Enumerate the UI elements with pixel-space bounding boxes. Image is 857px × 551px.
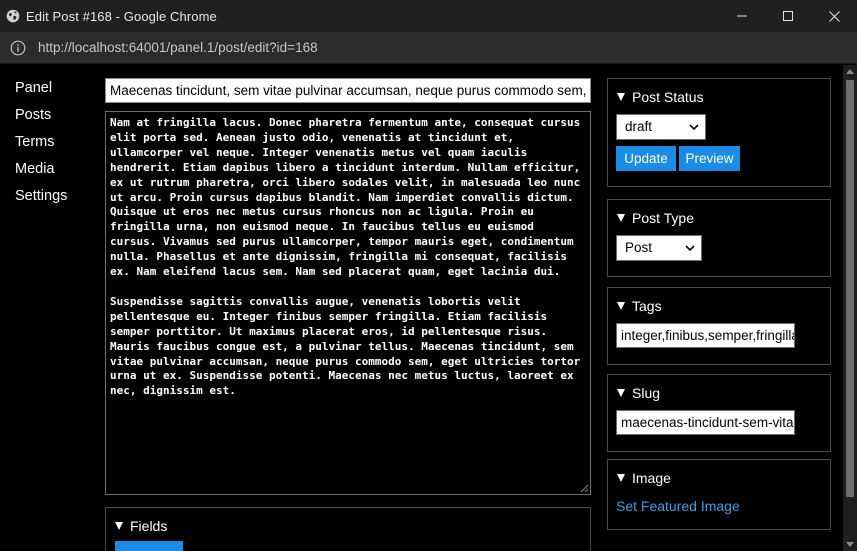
chevron-down-icon (685, 245, 695, 252)
tags-header[interactable]: Tags (617, 298, 830, 314)
tags-input[interactable]: integer,finibus,semper,fringilla (616, 323, 795, 348)
sidebar-item-media[interactable]: Media (15, 158, 67, 185)
fields-panel-header[interactable]: Fields (115, 518, 590, 534)
triangle-down-icon (617, 93, 625, 101)
url-text[interactable]: http://localhost:64001/panel.1/post/edit… (38, 40, 318, 55)
image-panel: Image Set Featured Image (607, 459, 831, 530)
sidebar-item-settings[interactable]: Settings (15, 185, 67, 212)
maximize-button[interactable] (765, 0, 811, 32)
tags-panel: Tags integer,finibus,semper,fringilla (607, 287, 831, 365)
address-bar[interactable]: http://localhost:64001/panel.1/post/edit… (0, 32, 857, 64)
resize-grip-icon[interactable] (580, 484, 589, 493)
info-icon[interactable] (10, 40, 26, 56)
preview-button[interactable]: Preview (679, 146, 740, 171)
slug-title: Slug (632, 385, 661, 401)
slug-panel: Slug maecenas-tincidunt-sem-vitae (607, 374, 831, 452)
scroll-up-arrow-icon[interactable] (846, 69, 854, 74)
window-title: Edit Post #168 - Google Chrome (26, 8, 217, 24)
post-type-header[interactable]: Post Type (617, 210, 830, 226)
set-featured-image-link[interactable]: Set Featured Image (616, 498, 740, 514)
globe-icon (6, 9, 20, 23)
post-title-input[interactable]: Maecenas tincidunt, sem vitae pulvinar a… (105, 78, 591, 103)
page-content: Panel Posts Terms Media Settings Maecena… (0, 65, 843, 551)
close-button[interactable] (811, 0, 857, 32)
slug-input[interactable]: maecenas-tincidunt-sem-vitae (616, 410, 795, 435)
post-status-panel: Post Status draft Update Preview (607, 78, 831, 187)
sidebar-item-terms[interactable]: Terms (15, 131, 67, 158)
post-content-text: Nam at fringilla lacus. Donec pharetra f… (110, 116, 581, 398)
image-header[interactable]: Image (617, 470, 830, 486)
add-field-button[interactable] (115, 541, 183, 551)
minimize-icon (737, 15, 747, 17)
sidebar-item-posts[interactable]: Posts (15, 104, 67, 131)
chevron-down-icon (689, 124, 699, 131)
minimize-button[interactable] (719, 0, 765, 32)
post-type-panel: Post Type Post (607, 199, 831, 277)
tags-title: Tags (632, 298, 662, 314)
update-button[interactable]: Update (616, 146, 676, 171)
post-status-select[interactable]: draft (616, 114, 706, 140)
scroll-down-arrow-icon[interactable] (846, 542, 854, 547)
vertical-scrollbar[interactable] (843, 65, 857, 551)
post-content-textarea[interactable]: Nam at fringilla lacus. Donec pharetra f… (105, 111, 591, 495)
triangle-down-icon (617, 214, 625, 222)
fields-panel-title: Fields (130, 518, 168, 534)
maximize-icon (783, 11, 793, 21)
post-type-title: Post Type (632, 210, 695, 226)
window-titlebar: Edit Post #168 - Google Chrome (0, 0, 857, 32)
post-status-header[interactable]: Post Status (617, 89, 830, 105)
post-status-value: draft (625, 119, 653, 134)
triangle-down-icon (617, 474, 625, 482)
post-type-select[interactable]: Post (616, 235, 702, 261)
close-icon (828, 10, 840, 22)
sidebar-nav: Panel Posts Terms Media Settings (15, 77, 67, 212)
fields-panel: Fields (105, 507, 591, 551)
triangle-down-icon (617, 389, 625, 397)
post-status-title: Post Status (632, 89, 704, 105)
slug-header[interactable]: Slug (617, 385, 830, 401)
scrollbar-thumb[interactable] (846, 80, 854, 497)
triangle-down-icon (617, 302, 625, 310)
sidebar-item-panel[interactable]: Panel (15, 77, 67, 104)
triangle-down-icon (115, 522, 123, 530)
post-type-value: Post (625, 240, 653, 255)
image-title: Image (632, 470, 671, 486)
